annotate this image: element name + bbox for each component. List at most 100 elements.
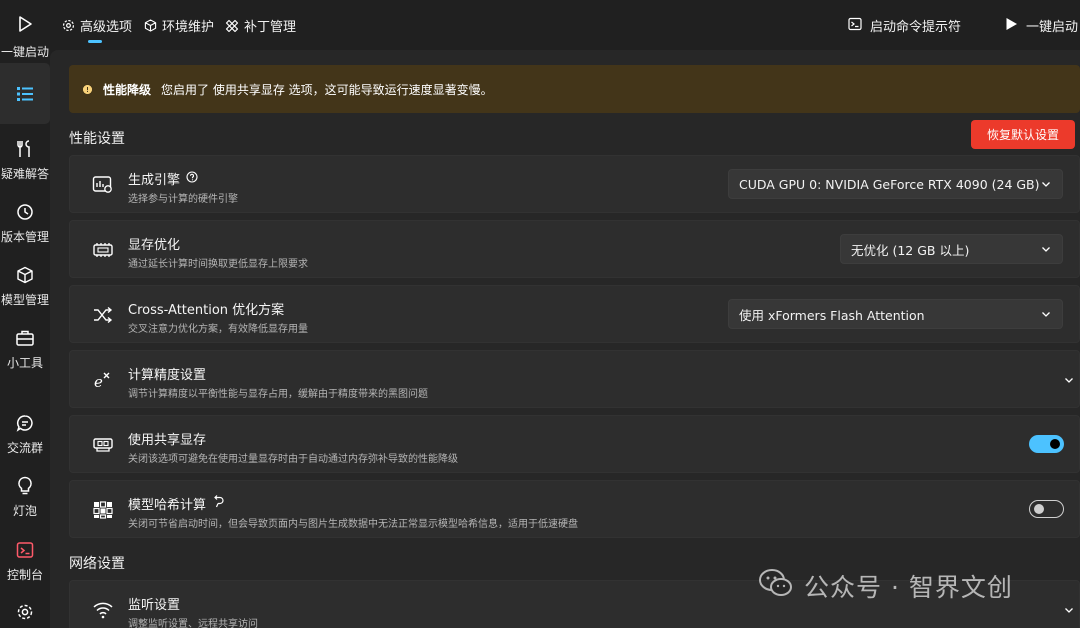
tab-label: 环境维护: [162, 20, 215, 35]
select-value: CUDA GPU 0: NVIDIA GeForce RTX 4090 (24 …: [739, 176, 1040, 192]
model-hash-toggle[interactable]: [1029, 500, 1064, 518]
tab-patches[interactable]: 补丁管理: [225, 16, 296, 35]
open-terminal-label: 启动命令提示符: [870, 20, 962, 35]
setting-title: 使用共享显存: [128, 433, 207, 448]
chevron-down-icon[interactable]: [1063, 601, 1075, 620]
watermark-text: 公众号 · 智界文创: [804, 573, 1013, 602]
wechat-icon: [758, 568, 794, 604]
open-terminal-button[interactable]: 启动命令提示符: [848, 16, 961, 35]
sidebar-item-label: 灯泡: [12, 504, 37, 518]
main-panel: 性能降级 您启用了 使用共享显存 选项，这可能导致运行速度显著变慢。 性能设置 …: [50, 50, 1080, 628]
sidebar-item-settings[interactable]: [0, 602, 50, 622]
watermark: 公众号 · 智界文创: [758, 568, 1013, 604]
sidebar-item-bulb[interactable]: 灯泡: [0, 476, 50, 519]
wifi-icon: [92, 600, 114, 620]
shared-vram-toggle[interactable]: [1029, 435, 1064, 453]
gear-icon: [15, 602, 35, 622]
setting-description: 交叉注意力优化方案，有效降低显存用量: [128, 324, 308, 335]
setting-title: Cross-Attention 优化方案: [128, 303, 285, 318]
launch-label: 一键启动: [1026, 20, 1079, 35]
play-icon: [15, 14, 35, 34]
section-title-performance: 性能设置: [69, 131, 125, 147]
terminal-icon: [15, 540, 35, 560]
launch-button[interactable]: 一键启动: [1005, 16, 1078, 35]
sidebar-item-troubleshoot[interactable]: 疑难解答: [0, 139, 50, 182]
gpu-icon: [92, 175, 114, 195]
setting-title: 监听设置: [128, 598, 181, 613]
setting-description: 调整监听设置、远程共享访问: [128, 619, 258, 628]
chat-icon: [15, 413, 35, 433]
tab-advanced[interactable]: 高级选项: [61, 16, 132, 35]
toolbox-icon: [15, 328, 35, 348]
shuffle-icon: [92, 305, 114, 325]
vram-optimization-select[interactable]: 无优化 (12 GB 以上): [840, 234, 1063, 264]
help-icon[interactable]: [186, 170, 198, 187]
toggle-knob: [1034, 504, 1044, 514]
patch-icon: [225, 19, 239, 33]
setting-description: 关闭该选项可避免在使用过量显存时由于自动通过内存弥补导致的性能降级: [128, 454, 458, 465]
svg-text:e: e: [94, 373, 103, 390]
play-icon: [1005, 17, 1018, 35]
select-value: 使用 xFormers Flash Attention: [739, 307, 925, 323]
setting-description: 调节计算精度以平衡性能与显存占用，缓解由于精度带来的黑图问题: [128, 389, 428, 400]
warning-message: 您启用了 使用共享显存 选项，这可能导致运行速度显著变慢。: [161, 82, 493, 97]
setting-description: 选择参与计算的硬件引擎: [128, 194, 238, 205]
sidebar-item-label: 小工具: [6, 356, 43, 370]
toggle-knob: [1050, 439, 1060, 449]
cube-icon: [15, 265, 35, 285]
sidebar-item-advanced[interactable]: [0, 63, 50, 124]
setting-title: 生成引擎: [128, 169, 198, 188]
active-tab-indicator: [88, 40, 102, 43]
warning-title: 性能降级: [103, 82, 152, 97]
sidebar-item-label: 版本管理: [0, 230, 49, 244]
setting-title: 模型哈希计算: [128, 494, 224, 513]
sidebar-item-models[interactable]: 模型管理: [0, 265, 50, 308]
setting-description: 通过延长计算时间换取更低显存上限要求: [128, 259, 308, 270]
sidebar: 一键启动 疑难解答 版本管理 模型管理 小工具 交流群 灯泡 控制台: [0, 0, 50, 628]
list-icon: [15, 84, 35, 104]
setting-card-cross-attention: Cross-Attention 优化方案 交叉注意力优化方案，有效降低显存用量 …: [69, 285, 1080, 343]
setting-title: 显存优化: [128, 238, 181, 253]
chevron-down-icon: [1040, 243, 1052, 258]
select-value: 无优化 (12 GB 以上): [851, 242, 970, 258]
chevron-down-icon: [1040, 308, 1052, 323]
tab-label: 高级选项: [80, 20, 133, 35]
setting-title-text: 生成引擎: [128, 173, 181, 188]
setting-card-model-hash: 模型哈希计算 关闭可节省启动时间，但会导致页面内与图片生成数据中无法正常显示模型…: [69, 480, 1080, 538]
memory-icon: [92, 240, 114, 260]
history-icon: [15, 202, 35, 222]
setting-card-engine: 生成引擎 选择参与计算的硬件引擎 CUDA GPU 0: NVIDIA GeFo…: [69, 155, 1080, 213]
sidebar-item-label: 一键启动: [0, 45, 49, 59]
engine-select[interactable]: CUDA GPU 0: NVIDIA GeForce RTX 4090 (24 …: [728, 169, 1063, 199]
vram-icon: [92, 435, 114, 455]
sidebar-item-label: 交流群: [6, 441, 43, 455]
sidebar-item-tools[interactable]: 小工具: [0, 328, 50, 371]
sidebar-item-console[interactable]: 控制台: [0, 540, 50, 583]
tab-environment[interactable]: 环境维护: [143, 16, 214, 35]
setting-title: 计算精度设置: [128, 368, 207, 383]
cross-attention-select[interactable]: 使用 xFormers Flash Attention: [728, 299, 1063, 329]
warning-icon: [83, 84, 92, 94]
sidebar-item-community[interactable]: 交流群: [0, 413, 50, 456]
sidebar-item-launch[interactable]: 一键启动: [0, 14, 50, 60]
chevron-down-icon[interactable]: [1063, 371, 1075, 390]
hash-icon: [92, 500, 114, 520]
warning-banner: 性能降级 您启用了 使用共享显存 选项，这可能导致运行速度显著变慢。: [69, 65, 1080, 113]
sidebar-item-versions[interactable]: 版本管理: [0, 202, 50, 245]
tab-label: 补丁管理: [244, 20, 297, 35]
reset-defaults-button[interactable]: 恢复默认设置: [971, 120, 1075, 149]
setting-card-vram-optimization: 显存优化 通过延长计算时间换取更低显存上限要求 无优化 (12 GB 以上): [69, 220, 1080, 278]
top-bar: 高级选项 环境维护 补丁管理 启动命令提示符 一键启动: [50, 0, 1080, 50]
setting-card-shared-vram: 使用共享显存 关闭该选项可避免在使用过量显存时由于自动通过内存弥补导致的性能降级: [69, 415, 1080, 473]
section-title-network: 网络设置: [69, 556, 125, 572]
sidebar-item-label: 疑难解答: [0, 167, 49, 181]
sidebar-item-label: 控制台: [6, 568, 43, 582]
gear-icon: [61, 19, 75, 33]
chevron-down-icon: [1040, 178, 1052, 193]
sidebar-item-label: 模型管理: [0, 293, 49, 307]
wrench-icon: [15, 139, 35, 159]
setting-card-precision[interactable]: e 计算精度设置 调节计算精度以平衡性能与显存占用，缓解由于精度带来的黑图问题: [69, 350, 1080, 408]
setting-title-text: 模型哈希计算: [128, 498, 207, 513]
exponent-icon: e: [92, 370, 114, 390]
bulb-icon: [15, 476, 35, 496]
